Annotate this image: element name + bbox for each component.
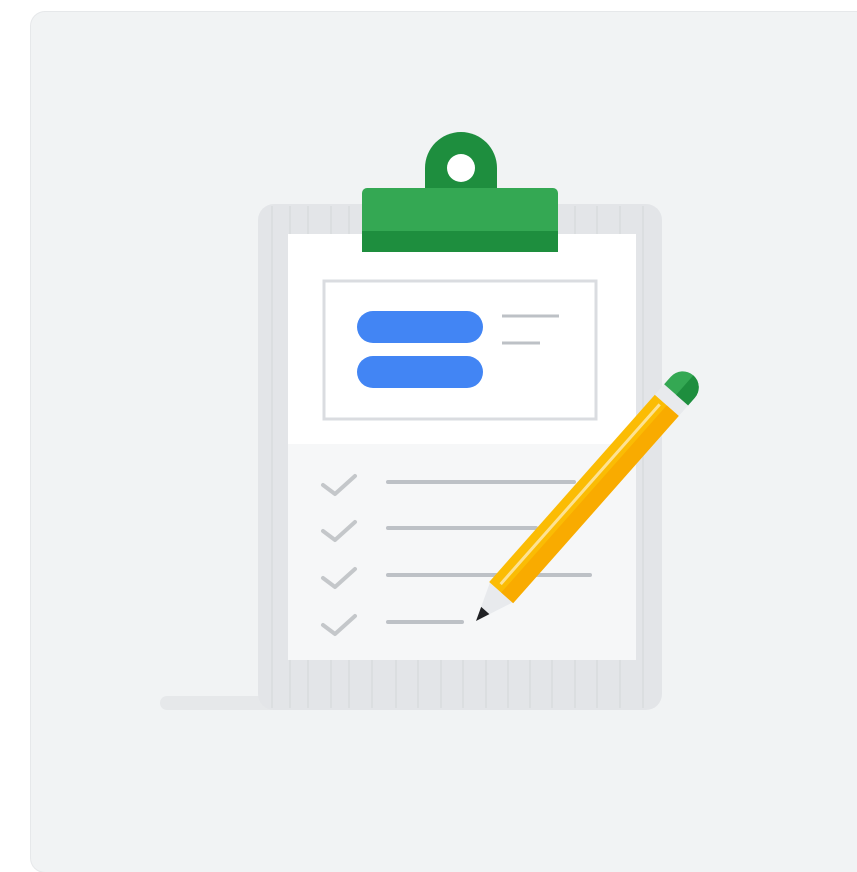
canvas [0, 0, 857, 872]
header-bar-2 [357, 356, 483, 388]
header-bar-1 [357, 311, 483, 343]
clipboard-illustration [160, 132, 699, 710]
clipboard-clip-icon [362, 132, 558, 252]
header-card [322, 279, 598, 421]
